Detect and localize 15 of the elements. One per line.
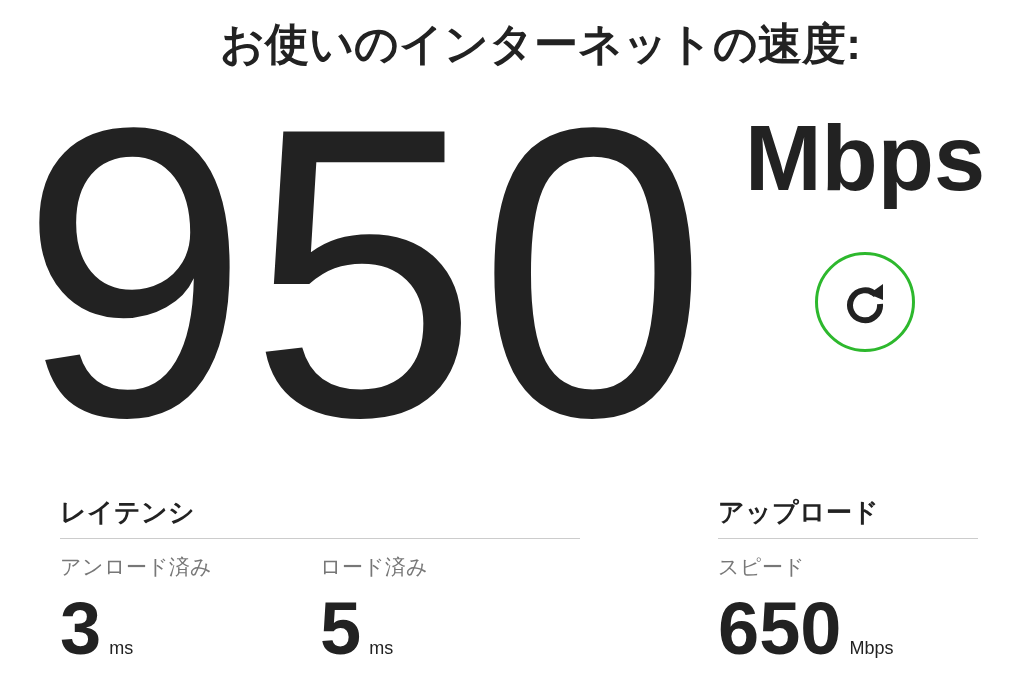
section-heading: レイテンシ [60,496,580,539]
metric-unit: ms [109,638,134,659]
metric-label: ロード済み [320,554,429,580]
metric-unit: Mbps [849,638,894,659]
metric-label: スピード [718,554,806,580]
speed-unit: Mbps [744,108,986,208]
page-title: お使いのインターネットの速度: [219,18,862,70]
section-heading: アップロード [718,496,978,539]
metric-value: 5 [320,589,362,669]
metric-unit: ms [369,638,394,659]
metric-value: 650 [718,589,842,669]
metric-label: アンロード済み [60,554,213,580]
speed-value: 950 [20,72,709,472]
metric-value: 3 [60,589,102,669]
refresh-button[interactable] [815,252,915,352]
